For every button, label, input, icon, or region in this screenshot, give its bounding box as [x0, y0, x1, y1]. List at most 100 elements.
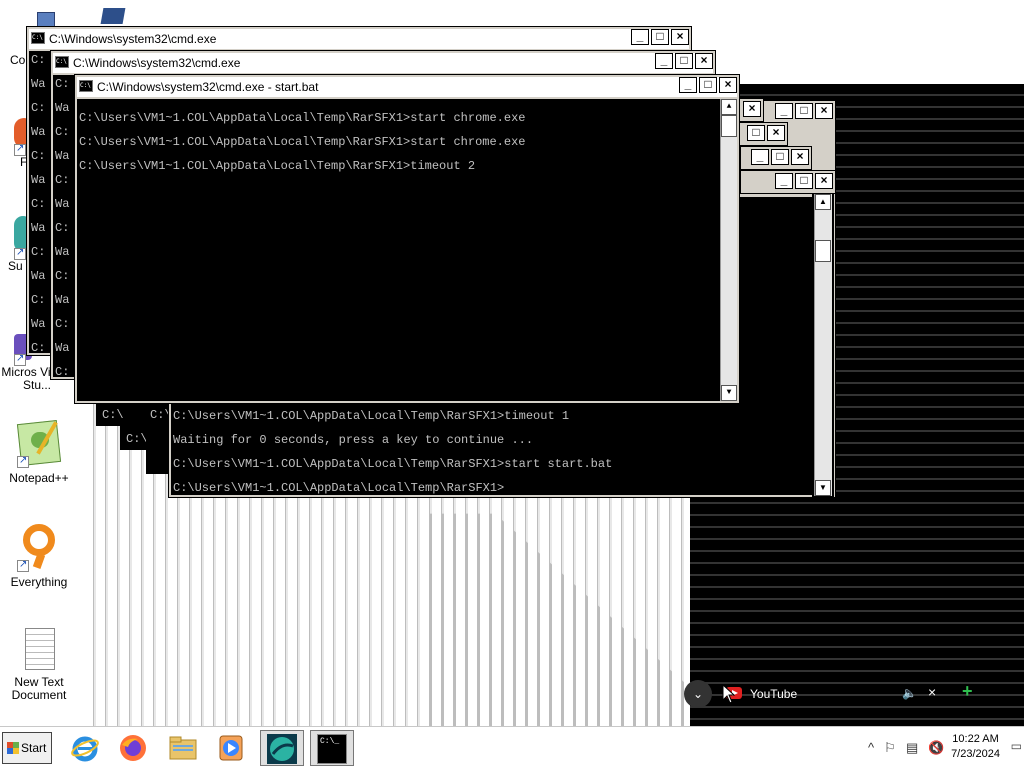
console-line: C:: [55, 269, 70, 283]
console-line: C:\: [102, 408, 124, 422]
window-controls: _ □ ×: [679, 77, 737, 93]
window-title: C:\Windows\system32\cmd.exe - start.bat: [97, 80, 319, 94]
taskbar-app-cmd[interactable]: C:\_: [310, 730, 354, 766]
taskbar-app-media[interactable]: [210, 730, 254, 766]
console-output[interactable]: C:\Users\VM1~1.COL\AppData\Local\Temp\Ra…: [77, 99, 737, 401]
scroll-thumb[interactable]: [815, 240, 831, 262]
scroll-up-button[interactable]: ▲: [721, 99, 737, 115]
scroll-down-button[interactable]: ▼: [721, 385, 737, 401]
console-line: C:\Users\VM1~1.COL\AppData\Local\Temp\Ra…: [173, 457, 613, 471]
start-button[interactable]: Start: [2, 732, 52, 764]
maximize-button[interactable]: □: [699, 77, 717, 93]
notepadpp-icon: [15, 420, 63, 468]
console-line: C:: [55, 125, 70, 139]
notification-icon[interactable]: ▭: [1011, 739, 1022, 753]
close-button[interactable]: ×: [815, 103, 833, 119]
desktop-icon-notepadpp[interactable]: Notepad++: [0, 420, 78, 485]
maximize-button[interactable]: □: [795, 103, 813, 119]
taskbar-app-ie[interactable]: [64, 730, 108, 766]
desktop-icon-label: New Text Document: [11, 675, 67, 702]
desktop-icon-label: Everything: [10, 575, 68, 589]
plus-icon[interactable]: +: [962, 681, 973, 702]
cmd-window-stacked[interactable]: _ □ ×: [740, 170, 836, 194]
desktop-icon-new-text-document[interactable]: New Text Document: [0, 628, 78, 702]
console-line: Wa: [31, 125, 46, 139]
vertical-scrollbar[interactable]: ▲ ▼: [720, 99, 737, 401]
volume-muted-icon[interactable]: 🔇: [928, 740, 944, 756]
console-line: Wa: [55, 149, 70, 163]
taskbar-app-explorer[interactable]: [162, 730, 206, 766]
console-line: C:: [55, 365, 70, 377]
close-button[interactable]: ×: [743, 101, 761, 117]
clock-time: 10:22 AM: [952, 733, 999, 745]
minimize-button[interactable]: _: [631, 29, 649, 45]
close-button[interactable]: ×: [671, 29, 689, 45]
console-line: Wa: [55, 293, 70, 307]
close-button[interactable]: ×: [815, 173, 833, 189]
console-line: Wa: [31, 77, 46, 91]
console-line: C:: [55, 173, 70, 187]
taskbar-app-globe[interactable]: [260, 730, 304, 766]
close-button[interactable]: ×: [695, 53, 713, 69]
console-line: C:\Users\VM1~1.COL\AppData\Local\Temp\Ra…: [79, 135, 526, 149]
taskbar-clock[interactable]: 10:22 AM 7/23/2024: [951, 732, 1000, 762]
mouse-cursor-icon: [722, 684, 736, 704]
maximize-button[interactable]: □: [795, 173, 813, 189]
console-line: C:\Users\VM1~1.COL\AppData\Local\Temp\Ra…: [173, 409, 570, 423]
minimize-button[interactable]: _: [751, 149, 769, 165]
desktop-icon-everything[interactable]: Everything: [0, 522, 78, 589]
window-title-bar[interactable]: C:\ C:\Windows\system32\cmd.exe - start.…: [77, 77, 737, 97]
network-icon[interactable]: ▤: [906, 740, 918, 756]
maximize-button[interactable]: □: [747, 125, 765, 141]
text-document-icon: [19, 628, 59, 672]
window-title-bar[interactable]: C:\ C:\Windows\system32\cmd.exe: [29, 29, 689, 49]
maximize-button[interactable]: □: [651, 29, 669, 45]
youtube-label[interactable]: YouTube: [750, 687, 797, 701]
window-controls: ×: [743, 101, 761, 117]
scroll-down-button[interactable]: ▼: [815, 480, 831, 496]
maximize-button[interactable]: □: [675, 53, 693, 69]
volume-icon[interactable]: 🔈: [902, 686, 917, 700]
window-title: C:\Windows\system32\cmd.exe: [73, 56, 241, 70]
minimize-button[interactable]: _: [655, 53, 673, 69]
console-line: C:\Users\VM1~1.COL\AppData\Local\Temp\Ra…: [79, 111, 526, 125]
vertical-scrollbar[interactable]: ▲ ▼: [814, 194, 832, 496]
minimize-button[interactable]: _: [775, 103, 793, 119]
scrollbar-region: ▲ ▼: [812, 194, 834, 498]
windows-logo-icon: [7, 742, 19, 754]
console-line: C:: [31, 245, 46, 259]
close-icon[interactable]: ×: [928, 684, 936, 700]
console-line: C:: [55, 221, 70, 235]
console-line: C:: [31, 53, 46, 67]
window-controls: _ □ ×: [751, 149, 809, 165]
console-line: C:: [31, 101, 46, 115]
scroll-thumb[interactable]: [721, 115, 737, 137]
window-title: C:\Windows\system32\cmd.exe: [49, 32, 217, 46]
cmd-icon: C:\: [79, 80, 93, 92]
minimize-button[interactable]: _: [679, 77, 697, 93]
cmd-window-stacked[interactable]: _ □ ×: [740, 146, 812, 170]
cmd-window-front[interactable]: C:\ C:\Windows\system32\cmd.exe - start.…: [74, 74, 740, 404]
taskbar-app-firefox[interactable]: [112, 730, 156, 766]
cmd-icon-text: C:\_: [320, 737, 340, 746]
cmd-window-stacked[interactable]: ×: [738, 98, 764, 122]
console-line: C:: [55, 317, 70, 331]
tray-expand-icon[interactable]: ^: [868, 740, 874, 755]
console-line: Wa: [31, 173, 46, 187]
maximize-button[interactable]: □: [771, 149, 789, 165]
scroll-up-button[interactable]: ▲: [815, 194, 831, 210]
cmd-window-stacked[interactable]: □ ×: [738, 122, 788, 146]
console-line: C:\Users\VM1~1.COL\AppData\Local\Temp\Ra…: [173, 481, 505, 495]
console-line: C:: [31, 341, 46, 353]
box-app-icon: [88, 6, 128, 26]
window-title-bar[interactable]: C:\ C:\Windows\system32\cmd.exe: [53, 53, 713, 73]
close-button[interactable]: ×: [719, 77, 737, 93]
close-button[interactable]: ×: [767, 125, 785, 141]
action-center-flag-icon[interactable]: ⚐: [884, 740, 896, 756]
minimize-button[interactable]: _: [775, 173, 793, 189]
console-line: Wa: [55, 245, 70, 259]
media-player-icon: [219, 735, 243, 761]
close-button[interactable]: ×: [791, 149, 809, 165]
window-controls: □ ×: [747, 125, 785, 141]
chevron-down-button[interactable]: ⌄: [684, 680, 712, 708]
